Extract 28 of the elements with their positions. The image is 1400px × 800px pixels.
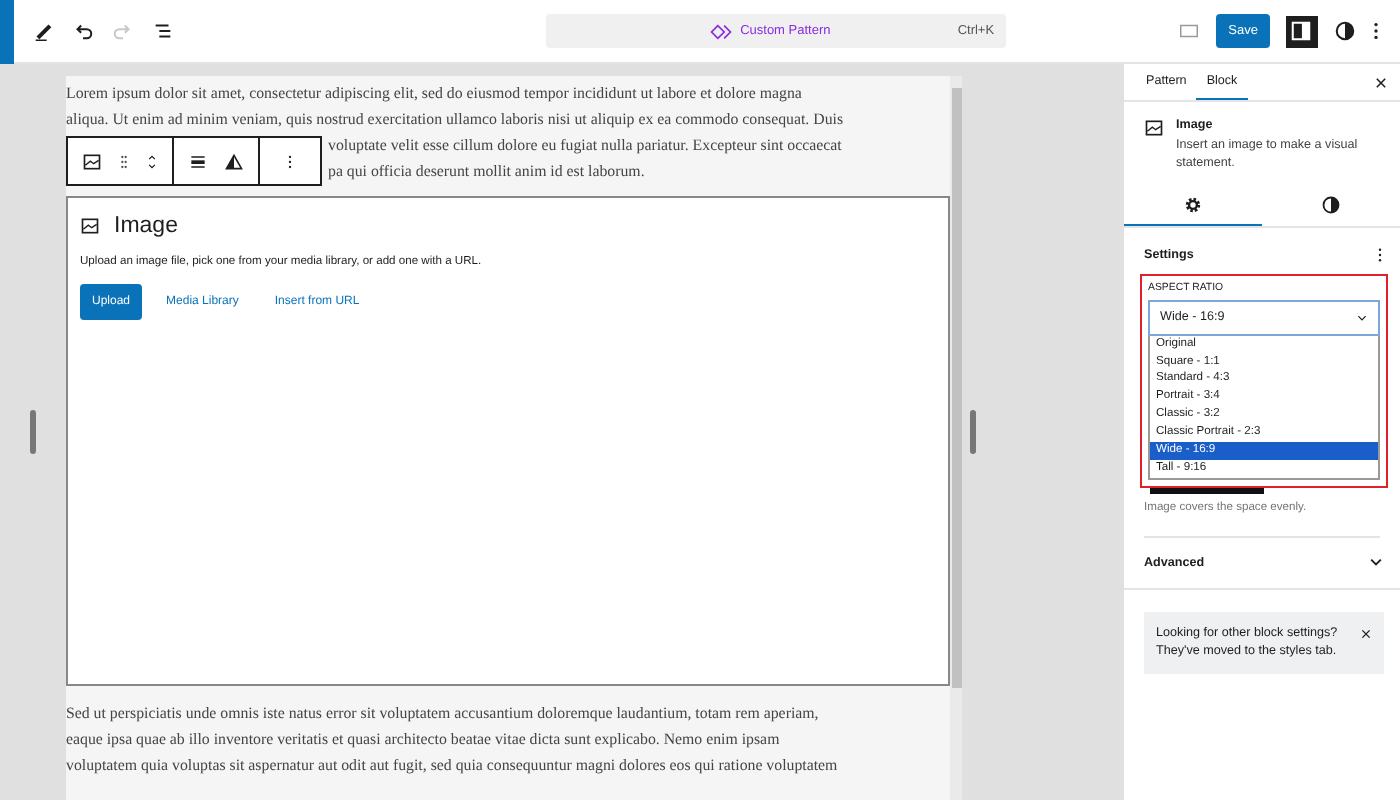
undo-icon[interactable]: [72, 20, 94, 42]
contrast-icon: [1322, 195, 1340, 214]
more-options-icon[interactable]: [1376, 245, 1384, 264]
block-title: Image: [114, 214, 178, 238]
desktop-preview-icon[interactable]: [1178, 20, 1201, 42]
image-icon: [80, 216, 100, 236]
more-options-icon[interactable]: [284, 151, 296, 171]
drag-handle-icon[interactable]: [118, 151, 130, 171]
scrollbar[interactable]: [950, 76, 962, 800]
sidebar-toggle-button[interactable]: [1285, 15, 1318, 47]
close-icon[interactable]: [1374, 75, 1388, 89]
close-icon[interactable]: [1360, 627, 1372, 640]
image-icon: [1144, 118, 1164, 138]
align-icon[interactable]: [188, 151, 208, 171]
pattern-icon: [710, 23, 733, 39]
chevron-icon: [1368, 556, 1384, 569]
control-bar[interactable]: [1150, 487, 1264, 494]
list-view-icon[interactable]: [152, 20, 174, 42]
more-options-icon[interactable]: [1371, 20, 1380, 42]
move-up-down-icon[interactable]: [146, 151, 158, 171]
resize-handle[interactable]: [969, 410, 975, 454]
contrast-icon[interactable]: [1333, 20, 1356, 42]
triangle-icon[interactable]: [224, 151, 244, 171]
chevron-down-icon: [1356, 313, 1368, 322]
pen-icon[interactable]: [32, 20, 54, 42]
gear-icon: [1184, 195, 1202, 214]
resize-handle[interactable]: [30, 410, 36, 454]
image-icon[interactable]: [82, 151, 102, 171]
